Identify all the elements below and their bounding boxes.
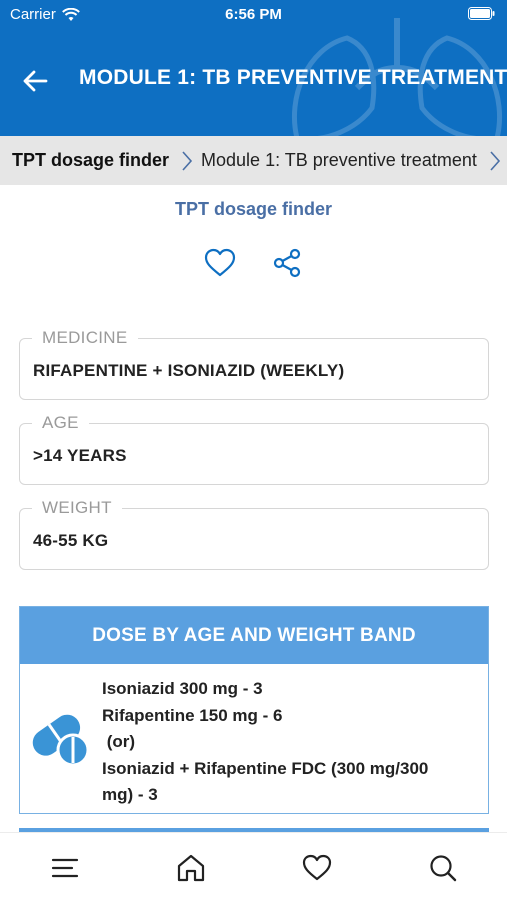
search-icon[interactable] xyxy=(428,853,458,883)
breadcrumb: TPT dosage finder Module 1: TB preventiv… xyxy=(0,136,507,185)
chevron-right-icon xyxy=(489,150,501,172)
share-icon[interactable] xyxy=(272,248,302,278)
status-time: 6:56 PM xyxy=(225,6,282,23)
age-value: >14 YEARS xyxy=(33,446,127,465)
dose-line: mg) - 3 xyxy=(102,785,158,804)
weight-label: WEIGHT xyxy=(32,498,122,518)
status-bar: Carrier 6:56 PM xyxy=(0,0,507,30)
heart-icon[interactable] xyxy=(204,248,236,278)
bottom-tab-bar xyxy=(0,832,507,900)
back-arrow-icon xyxy=(23,70,48,92)
dose-line: Rifapentine 150 mg - 6 xyxy=(102,705,283,725)
back-button[interactable] xyxy=(18,64,52,98)
weight-field[interactable]: WEIGHT 46-55 KG xyxy=(19,498,489,570)
age-label: AGE xyxy=(32,413,89,433)
home-icon[interactable] xyxy=(176,853,206,883)
dose-line: (or) xyxy=(102,732,136,751)
pill-icon xyxy=(32,714,90,767)
dose-lines: Isoniazid 300 mg - 3 Rifapentine 150 mg … xyxy=(102,676,428,809)
chevron-right-icon xyxy=(181,150,193,172)
age-field[interactable]: AGE >14 YEARS xyxy=(19,413,489,485)
medicine-label: MEDICINE xyxy=(32,328,138,348)
medicine-value: RIFAPENTINE + ISONIAZID (WEEKLY) xyxy=(33,361,345,380)
dose-card-body: Isoniazid 300 mg - 3 Rifapentine 150 mg … xyxy=(20,664,488,814)
favorites-heart-icon[interactable] xyxy=(302,853,332,883)
breadcrumb-item-module-1[interactable]: Module 1: TB preventive treatment xyxy=(201,150,477,171)
page-header-title: MODULE 1: TB PREVENTIVE TREATMENT xyxy=(79,66,507,89)
breadcrumb-item-dosage-finder[interactable]: TPT dosage finder xyxy=(0,150,169,171)
page-title: TPT dosage finder xyxy=(174,199,333,219)
menu-icon[interactable] xyxy=(50,853,80,883)
action-row xyxy=(0,248,507,282)
dose-card: DOSE BY AGE AND WEIGHT BAND Isoniazid 30… xyxy=(19,606,489,814)
battery-icon xyxy=(468,7,495,20)
dose-line: Isoniazid + Rifapentine FDC (300 mg/300 xyxy=(102,758,429,778)
weight-value: 46-55 KG xyxy=(33,531,109,550)
dose-line: Isoniazid 300 mg - 3 xyxy=(102,679,263,698)
app-header: Carrier 6:56 PM MODULE 1: TB PREVENTIVE … xyxy=(0,0,507,136)
dose-card-heading: DOSE BY AGE AND WEIGHT BAND xyxy=(20,607,488,664)
medicine-field[interactable]: MEDICINE RIFAPENTINE + ISONIAZID (WEEKLY… xyxy=(19,328,489,400)
